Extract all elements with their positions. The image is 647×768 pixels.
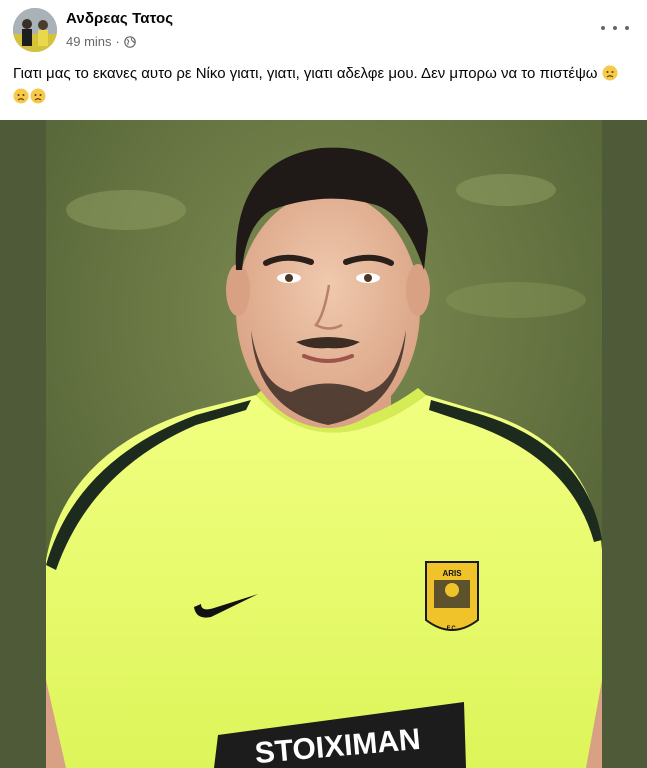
post-media[interactable]: ARIS F.C. STOIXIMAN: [0, 120, 647, 768]
post-message: Γιατι μας το εκανες αυτο ρε Νίκο γιατι, …: [13, 65, 598, 82]
author-name[interactable]: Ανδρεας Τατος: [66, 10, 173, 27]
avatar[interactable]: [13, 8, 57, 52]
player-photo[interactable]: ARIS F.C. STOIXIMAN: [46, 120, 602, 768]
globe-icon[interactable]: [124, 35, 136, 48]
post-time[interactable]: 49 mins: [66, 34, 112, 49]
meta-separator: ·: [115, 34, 120, 49]
post-meta: 49 mins ·: [66, 34, 136, 49]
more-options-icon[interactable]: [601, 18, 629, 38]
sad-emoji-icon: [30, 88, 46, 104]
club-crest-icon: ARIS F.C.: [425, 561, 479, 632]
post-header: Ανδρεας Τατος 49 mins ·: [0, 0, 647, 58]
sad-emoji-icon: [13, 88, 29, 104]
crest-text-bottom: F.C.: [447, 626, 458, 632]
crest-text-top: ARIS: [442, 569, 462, 578]
sad-emoji-icon: [602, 65, 618, 81]
post-text: Γιατι μας το εκανες αυτο ρε Νίκο γιατι, …: [13, 62, 633, 108]
